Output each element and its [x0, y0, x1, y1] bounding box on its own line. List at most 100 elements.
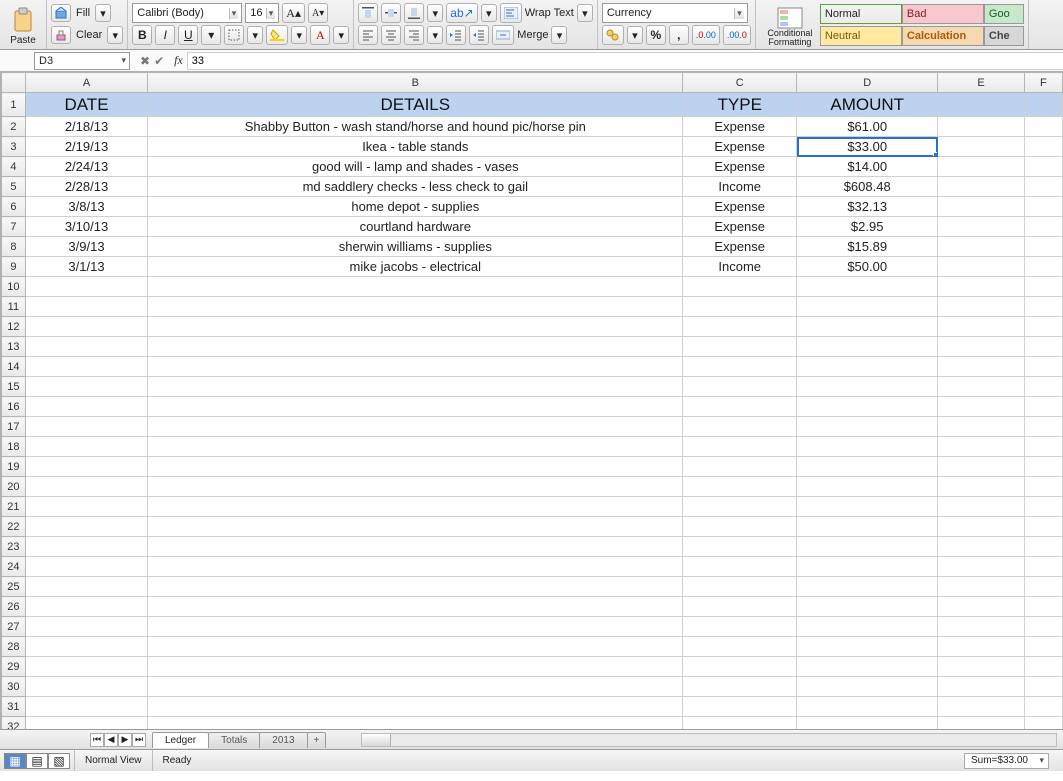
cell-C30[interactable] — [683, 677, 797, 697]
cell-C29[interactable] — [683, 657, 797, 677]
cell-E11[interactable] — [938, 297, 1024, 317]
cell-D29[interactable] — [797, 657, 938, 677]
cell-A23[interactable] — [25, 537, 147, 557]
cell-C8[interactable]: Expense — [683, 237, 797, 257]
wrap-text-icon[interactable] — [500, 3, 522, 23]
row-header-3[interactable]: 3 — [2, 137, 26, 157]
cell-B10[interactable] — [148, 277, 683, 297]
font-name-combo[interactable]: Calibri (Body) — [132, 3, 242, 23]
cell-B20[interactable] — [148, 477, 683, 497]
cell-F28[interactable] — [1024, 637, 1062, 657]
cell-D23[interactable] — [797, 537, 938, 557]
decrease-decimal-button[interactable]: .00.0 — [723, 25, 751, 45]
align-middle-button[interactable] — [381, 3, 401, 23]
borders-dropdown[interactable]: ▾ — [247, 26, 263, 44]
cell-B17[interactable] — [148, 417, 683, 437]
cell-E8[interactable] — [938, 237, 1024, 257]
sheet-tab-2013[interactable]: 2013 — [259, 732, 307, 748]
cell-B29[interactable] — [148, 657, 683, 677]
align-left-button[interactable] — [358, 25, 378, 45]
cell-D1[interactable]: AMOUNT — [797, 93, 938, 117]
cell-B25[interactable] — [148, 577, 683, 597]
accounting-format-button[interactable] — [602, 25, 624, 45]
cell-B27[interactable] — [148, 617, 683, 637]
align-vert-dropdown[interactable]: ▾ — [427, 4, 443, 22]
clear-label[interactable]: Clear — [74, 26, 104, 44]
cell-B3[interactable]: Ikea - table stands — [148, 137, 683, 157]
cell-D13[interactable] — [797, 337, 938, 357]
orientation-dropdown[interactable]: ▾ — [481, 4, 497, 22]
style-calculation[interactable]: Calculation — [902, 26, 984, 46]
row-header-1[interactable]: 1 — [2, 93, 26, 117]
merge-icon[interactable] — [492, 25, 514, 45]
formula-input[interactable] — [187, 52, 1063, 70]
row-header-22[interactable]: 22 — [2, 517, 26, 537]
cell-D5[interactable]: $608.48 — [797, 177, 938, 197]
cell-F24[interactable] — [1024, 557, 1062, 577]
cell-E4[interactable] — [938, 157, 1024, 177]
column-header-A[interactable]: A — [25, 73, 147, 93]
cell-F8[interactable] — [1024, 237, 1062, 257]
cell-F17[interactable] — [1024, 417, 1062, 437]
cell-E31[interactable] — [938, 697, 1024, 717]
cell-B16[interactable] — [148, 397, 683, 417]
cell-A11[interactable] — [25, 297, 147, 317]
cell-A26[interactable] — [25, 597, 147, 617]
cell-B31[interactable] — [148, 697, 683, 717]
cell-D14[interactable] — [797, 357, 938, 377]
style-bad[interactable]: Bad — [902, 4, 984, 24]
number-format-combo[interactable]: Currency — [602, 3, 748, 23]
cell-F32[interactable] — [1024, 717, 1062, 730]
style-neutral[interactable]: Neutral — [820, 26, 902, 46]
normal-view-button[interactable]: ▦ — [4, 753, 26, 769]
cell-D2[interactable]: $61.00 — [797, 117, 938, 137]
style-normal[interactable]: Normal — [820, 4, 902, 24]
percent-button[interactable]: % — [646, 25, 666, 45]
cell-E30[interactable] — [938, 677, 1024, 697]
cell-B11[interactable] — [148, 297, 683, 317]
cell-F21[interactable] — [1024, 497, 1062, 517]
style-good[interactable]: Goo — [984, 4, 1024, 24]
cell-D21[interactable] — [797, 497, 938, 517]
style-check[interactable]: Che — [984, 26, 1024, 46]
cell-D7[interactable]: $2.95 — [797, 217, 938, 237]
cell-D30[interactable] — [797, 677, 938, 697]
align-top-button[interactable] — [358, 3, 378, 23]
cell-C9[interactable]: Income — [683, 257, 797, 277]
cell-B32[interactable] — [148, 717, 683, 730]
cell-A7[interactable]: 3/10/13 — [25, 217, 147, 237]
cell-A12[interactable] — [25, 317, 147, 337]
row-header-25[interactable]: 25 — [2, 577, 26, 597]
row-header-14[interactable]: 14 — [2, 357, 26, 377]
cell-D11[interactable] — [797, 297, 938, 317]
cell-F9[interactable] — [1024, 257, 1062, 277]
cell-A15[interactable] — [25, 377, 147, 397]
row-header-26[interactable]: 26 — [2, 597, 26, 617]
cell-A30[interactable] — [25, 677, 147, 697]
cell-E21[interactable] — [938, 497, 1024, 517]
cell-E16[interactable] — [938, 397, 1024, 417]
row-header-7[interactable]: 7 — [2, 217, 26, 237]
cell-C22[interactable] — [683, 517, 797, 537]
cell-D28[interactable] — [797, 637, 938, 657]
merge-label[interactable]: Merge — [517, 29, 548, 41]
cell-B18[interactable] — [148, 437, 683, 457]
cell-B21[interactable] — [148, 497, 683, 517]
cell-E28[interactable] — [938, 637, 1024, 657]
cell-F27[interactable] — [1024, 617, 1062, 637]
cell-C5[interactable]: Income — [683, 177, 797, 197]
cell-A8[interactable]: 3/9/13 — [25, 237, 147, 257]
cell-B2[interactable]: Shabby Button - wash stand/horse and hou… — [148, 117, 683, 137]
cell-C31[interactable] — [683, 697, 797, 717]
cell-E22[interactable] — [938, 517, 1024, 537]
cell-D4[interactable]: $14.00 — [797, 157, 938, 177]
cell-A4[interactable]: 2/24/13 — [25, 157, 147, 177]
row-header-2[interactable]: 2 — [2, 117, 26, 137]
cell-B24[interactable] — [148, 557, 683, 577]
row-header-24[interactable]: 24 — [2, 557, 26, 577]
clear-dropdown[interactable]: ▾ — [107, 26, 123, 44]
cell-E26[interactable] — [938, 597, 1024, 617]
orientation-button[interactable]: ab↗ — [446, 3, 477, 23]
cell-E24[interactable] — [938, 557, 1024, 577]
row-header-12[interactable]: 12 — [2, 317, 26, 337]
